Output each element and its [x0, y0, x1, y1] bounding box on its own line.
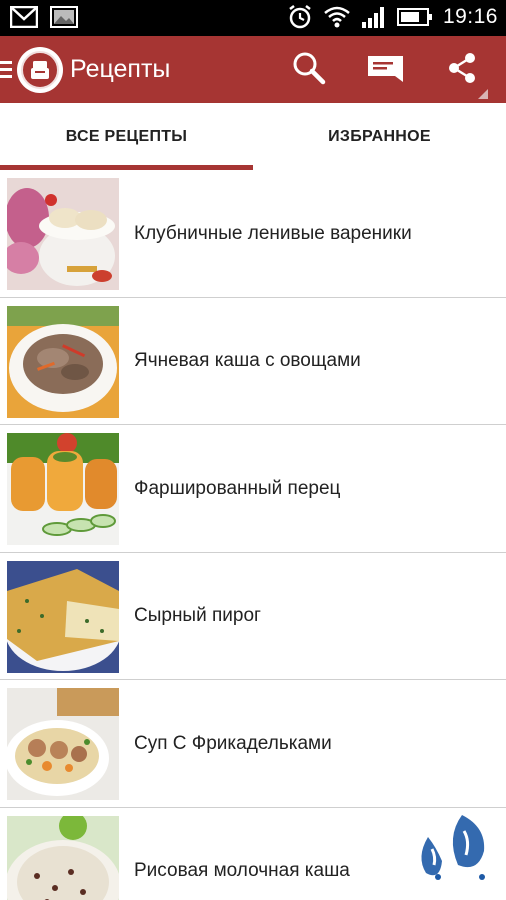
watermark-logo-icon	[406, 797, 496, 892]
recipe-item[interactable]: Суп С Фрикадельками	[0, 680, 506, 808]
recipe-thumbnail	[7, 178, 119, 290]
recipe-thumbnail	[7, 433, 119, 545]
tab-bar: ВСЕ РЕЦЕПТЫ ИЗБРАННОЕ	[0, 103, 506, 170]
recipe-title: Рисовая молочная каша	[134, 860, 350, 881]
notification-icons	[10, 6, 78, 28]
signal-icon	[361, 5, 387, 29]
recipe-thumbnail	[7, 305, 119, 418]
recipe-thumbnail	[7, 815, 119, 900]
recipe-thumbnail	[7, 688, 119, 800]
battery-icon	[396, 7, 433, 27]
recipe-list: Клубничные ленивые вареники Ячневая каша…	[0, 170, 506, 900]
recipe-item[interactable]: Сырный пирог	[0, 552, 506, 680]
message-button[interactable]	[364, 48, 408, 92]
search-button[interactable]	[287, 48, 331, 92]
app-title: Рецепты	[70, 55, 171, 83]
gmail-icon	[10, 6, 38, 28]
alarm-icon	[287, 4, 313, 30]
recipe-title: Ячневая каша с овощами	[134, 350, 361, 371]
tab-favorites[interactable]: ИЗБРАННОЕ	[253, 103, 506, 170]
app-logo-icon[interactable]	[17, 47, 63, 93]
search-icon	[292, 51, 326, 90]
system-icons: 19:16	[287, 4, 498, 30]
status-bar: 19:16	[0, 0, 506, 36]
action-bar: Рецепты	[0, 36, 506, 103]
recipe-title: Клубничные ленивые вареники	[134, 222, 412, 244]
message-icon	[367, 53, 405, 88]
recipe-title: Фаршированный перец	[134, 477, 341, 499]
wifi-icon	[323, 4, 351, 30]
recipe-thumbnail	[7, 560, 119, 673]
recipe-item[interactable]: Ячневая каша с овощами	[0, 297, 506, 425]
tab-all-recipes[interactable]: ВСЕ РЕЦЕПТЫ	[0, 103, 253, 170]
gallery-icon	[50, 6, 78, 28]
overflow-indicator-icon	[478, 86, 488, 104]
recipe-title: Суп С Фрикадельками	[134, 732, 332, 754]
clock: 19:16	[442, 5, 498, 28]
recipe-title: Сырный пирог	[134, 605, 261, 626]
recipe-item[interactable]: Клубничные ленивые вареники	[0, 170, 506, 298]
recipe-item[interactable]: Фаршированный перец	[0, 425, 506, 553]
share-icon	[445, 51, 479, 90]
drawer-menu-icon[interactable]	[0, 60, 12, 85]
